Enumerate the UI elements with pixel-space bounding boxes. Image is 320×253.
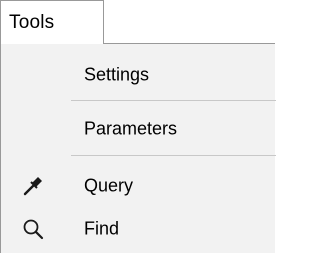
menu-item-settings-label: Settings: [84, 64, 150, 85]
menu-item-parameters-label: Parameters: [84, 118, 178, 139]
menubar-tools[interactable]: Tools: [0, 0, 104, 44]
magnifier-icon: [22, 218, 44, 240]
menu-item-query-label: Query: [84, 175, 134, 196]
eyedropper-icon: [22, 175, 44, 197]
menu-item-parameters[interactable]: Parameters: [1, 109, 273, 149]
menu-item-find-label: Find: [84, 218, 120, 239]
tools-menu-screen: Tools Settings Parameters Query Find: [0, 0, 276, 253]
menubar-tools-label: Tools: [9, 12, 55, 33]
menu-item-settings[interactable]: Settings: [1, 55, 273, 95]
menu-separator: [71, 155, 276, 156]
menu-separator: [71, 100, 276, 101]
menu-item-find[interactable]: Find: [1, 209, 273, 249]
menu-item-query[interactable]: Query: [1, 166, 273, 206]
tools-dropdown-menu: Settings Parameters Query Find: [0, 43, 276, 253]
